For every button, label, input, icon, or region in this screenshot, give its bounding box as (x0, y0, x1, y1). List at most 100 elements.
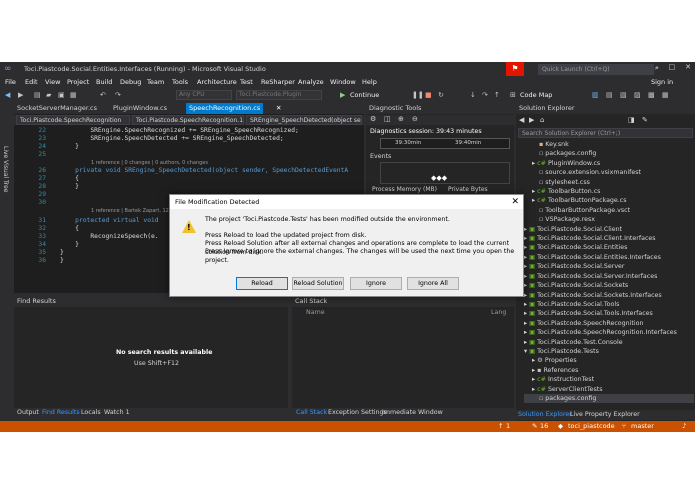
push-icon[interactable]: ↑ (498, 421, 503, 432)
redo-icon[interactable]: ↷ (115, 90, 121, 100)
reload-solution-button[interactable]: Reload Solution (292, 277, 344, 290)
tree-item[interactable]: ▸ ▣ Toci.Piastcode.Social.Server (524, 262, 694, 271)
menu-architecture[interactable]: Architecture (197, 77, 237, 88)
menu-window[interactable]: Window (330, 77, 356, 88)
code-map-button[interactable]: Code Map (520, 90, 552, 100)
step-into-icon[interactable]: ↓ (470, 90, 476, 100)
timeline-ruler[interactable]: 39:30min 39:40min (380, 138, 510, 149)
step-out-icon[interactable]: ↑ (494, 90, 500, 100)
zoom-in-icon[interactable]: ⊕ (398, 115, 404, 123)
tab-locals[interactable]: Locals (81, 408, 101, 418)
tree-item[interactable]: ▾ ▣ Toci.Piastcode.Tests (524, 347, 694, 356)
toolbar-tool-icon[interactable]: ▨ (634, 90, 641, 100)
repository-name[interactable]: toci_piastcode (568, 421, 615, 432)
menu-team[interactable]: Team (147, 77, 164, 88)
toolbar-tool-icon[interactable]: ▥ (592, 90, 599, 100)
reload-button[interactable]: Reload (236, 277, 288, 290)
menu-project[interactable]: Project (67, 77, 89, 88)
tab-output[interactable]: Output (17, 408, 39, 418)
maximize-icon[interactable]: □ (669, 63, 676, 71)
tree-item[interactable]: ▪ Key.snk (524, 140, 694, 149)
select-tools-icon[interactable]: ◫ (384, 115, 391, 123)
menu-help[interactable]: Help (362, 77, 377, 88)
tree-item[interactable]: ▸ ▣ Toci.Piastcode.Social.Tools.Interfac… (524, 309, 694, 318)
menu-analyze[interactable]: Analyze (298, 77, 324, 88)
tree-item[interactable]: ▫ ToolbarButtonPackage.vsct (524, 206, 694, 215)
tree-item[interactable]: ▸ ▣ Toci.Piastcode.Social.Entities (524, 243, 694, 252)
nav-member-combo[interactable]: SREngine_SpeechDetected(object se (246, 115, 362, 125)
tree-item[interactable]: ▸ ▣ Toci.Piastcode.Social.Sockets (524, 281, 694, 290)
continue-button[interactable]: Continue (350, 90, 379, 100)
pause-icon[interactable]: ❚❚ (412, 90, 424, 100)
pencil-icon[interactable]: ✎ (532, 421, 537, 432)
open-icon[interactable]: ▰ (46, 90, 51, 100)
forward-icon[interactable]: ▶ (529, 116, 534, 124)
tree-item[interactable]: ▫ source.extension.vsixmanifest (524, 168, 694, 177)
toolbar-tool-icon[interactable]: ▦ (662, 90, 669, 100)
tree-item[interactable]: ▸ ▣ Toci.Piastcode.SpeechRecognition (524, 319, 694, 328)
menu-view[interactable]: View (45, 77, 60, 88)
undo-icon[interactable]: ↶ (100, 90, 106, 100)
save-icon[interactable]: ▣ (58, 90, 65, 100)
tree-item[interactable]: ▸ ⚙ Properties (524, 356, 694, 365)
code-map-icon[interactable]: ⊞ (510, 90, 516, 100)
tree-item[interactable]: ▸ c# ToolbarButton.cs (524, 187, 694, 196)
startup-project-combo[interactable]: Toci.Piastcode.Plugin (236, 90, 322, 100)
tab-socketservermanager[interactable]: SocketServerManager.cs (14, 103, 100, 114)
toolbar-tool-icon[interactable]: ▧ (620, 90, 627, 100)
tree-item[interactable]: ▸ c# ToolbarButtonPackage.cs (524, 196, 694, 205)
toolbar-tool-icon[interactable]: ▤ (606, 90, 613, 100)
tab-pluginwindow[interactable]: PluginWindow.cs (110, 103, 170, 114)
sign-in-link[interactable]: Sign in (651, 77, 673, 88)
show-all-files-icon[interactable]: ◨ (628, 116, 635, 124)
menu-build[interactable]: Build (96, 77, 112, 88)
tree-item[interactable]: ▸ c# ServerClientTests (524, 385, 694, 394)
back-icon[interactable]: ◀ (519, 116, 524, 124)
codelens-reference[interactable]: 1 reference | Bartek Zapart, 12 hou (91, 208, 180, 214)
menu-file[interactable]: File (5, 77, 16, 88)
tree-item[interactable]: ▸ ▣ Toci.Piastcode.Social.Entities.Inter… (524, 253, 694, 262)
codelens-reference[interactable]: 1 reference | 0 changes | 0 authors, 0 c… (91, 160, 208, 166)
tree-item[interactable]: ▸ c# PluginWindow.cs (524, 159, 694, 168)
column-name[interactable]: Name (306, 309, 325, 316)
menu-debug[interactable]: Debug (120, 77, 141, 88)
close-icon[interactable]: ✕ (511, 195, 519, 209)
toolbar-tool-icon[interactable]: ▩ (648, 90, 655, 100)
tree-item[interactable]: ▸ ▣ Toci.Piastcode.Social.Client (524, 225, 694, 234)
tab-exception-settings[interactable]: Exception Settings (328, 408, 387, 418)
tab-live-property-explorer[interactable]: Live Property Explorer (568, 410, 642, 420)
menu-edit[interactable]: Edit (25, 77, 38, 88)
tree-item[interactable]: ▫ packages.config (524, 149, 694, 158)
solution-search-input[interactable]: Search Solution Explorer (Ctrl+;) (518, 128, 693, 138)
continue-icon[interactable]: ▶ (340, 90, 345, 100)
menu-resharper[interactable]: ReSharper (261, 77, 295, 88)
tree-item[interactable]: ▸ ▣ Toci.Piastcode.Social.Tools (524, 300, 694, 309)
menu-tools[interactable]: Tools (172, 77, 188, 88)
forward-icon[interactable]: ▶ (18, 90, 23, 100)
close-icon[interactable]: ✕ (685, 63, 691, 71)
nav-type-combo[interactable]: Toci.Piastcode.SpeechRecognition.1 (132, 115, 244, 125)
events-section[interactable]: Events (370, 153, 391, 160)
tree-item[interactable]: ▸ ▣ Toci.Piastcode.SpeechRecognition.Int… (524, 328, 694, 337)
tree-item[interactable]: ▸ ▣ Toci.Piastcode.Social.Server.Interfa… (524, 272, 694, 281)
tab-immediate-window[interactable]: Immediate Window (382, 408, 443, 418)
zoom-out-icon[interactable]: ⊖ (412, 115, 418, 123)
live-visual-tree-tab[interactable]: Live Visual Tree (2, 146, 9, 192)
tree-item[interactable]: ▸ ▣ Toci.Piastcode.Test.Console (524, 338, 694, 347)
tab-solution-explorer[interactable]: Solution Explorer (516, 410, 574, 420)
tree-item[interactable]: ▫ VSPackage.resx (524, 215, 694, 224)
close-tab-icon[interactable]: ✕ (276, 104, 281, 112)
tab-speechrecognition[interactable]: SpeechRecognition.cs (186, 103, 264, 114)
tree-item[interactable]: ▸ ▪ References (524, 366, 694, 375)
step-over-icon[interactable]: ↷ (482, 90, 488, 100)
back-icon[interactable]: ◀ (5, 90, 10, 100)
menu-test[interactable]: Test (240, 77, 253, 88)
tree-item[interactable]: ▸ c# InstructionTest (524, 375, 694, 384)
column-lang[interactable]: Lang (491, 309, 506, 316)
tree-item-selected[interactable]: ▫ packages.config (524, 393, 694, 404)
repository-icon[interactable]: ◆ (558, 421, 563, 432)
branch-name[interactable]: master (631, 421, 654, 432)
tree-item[interactable]: ▫ stylesheet.css (524, 178, 694, 187)
tab-find-results[interactable]: Find Results (42, 408, 80, 418)
branch-icon[interactable]: ⑂ (622, 421, 626, 432)
